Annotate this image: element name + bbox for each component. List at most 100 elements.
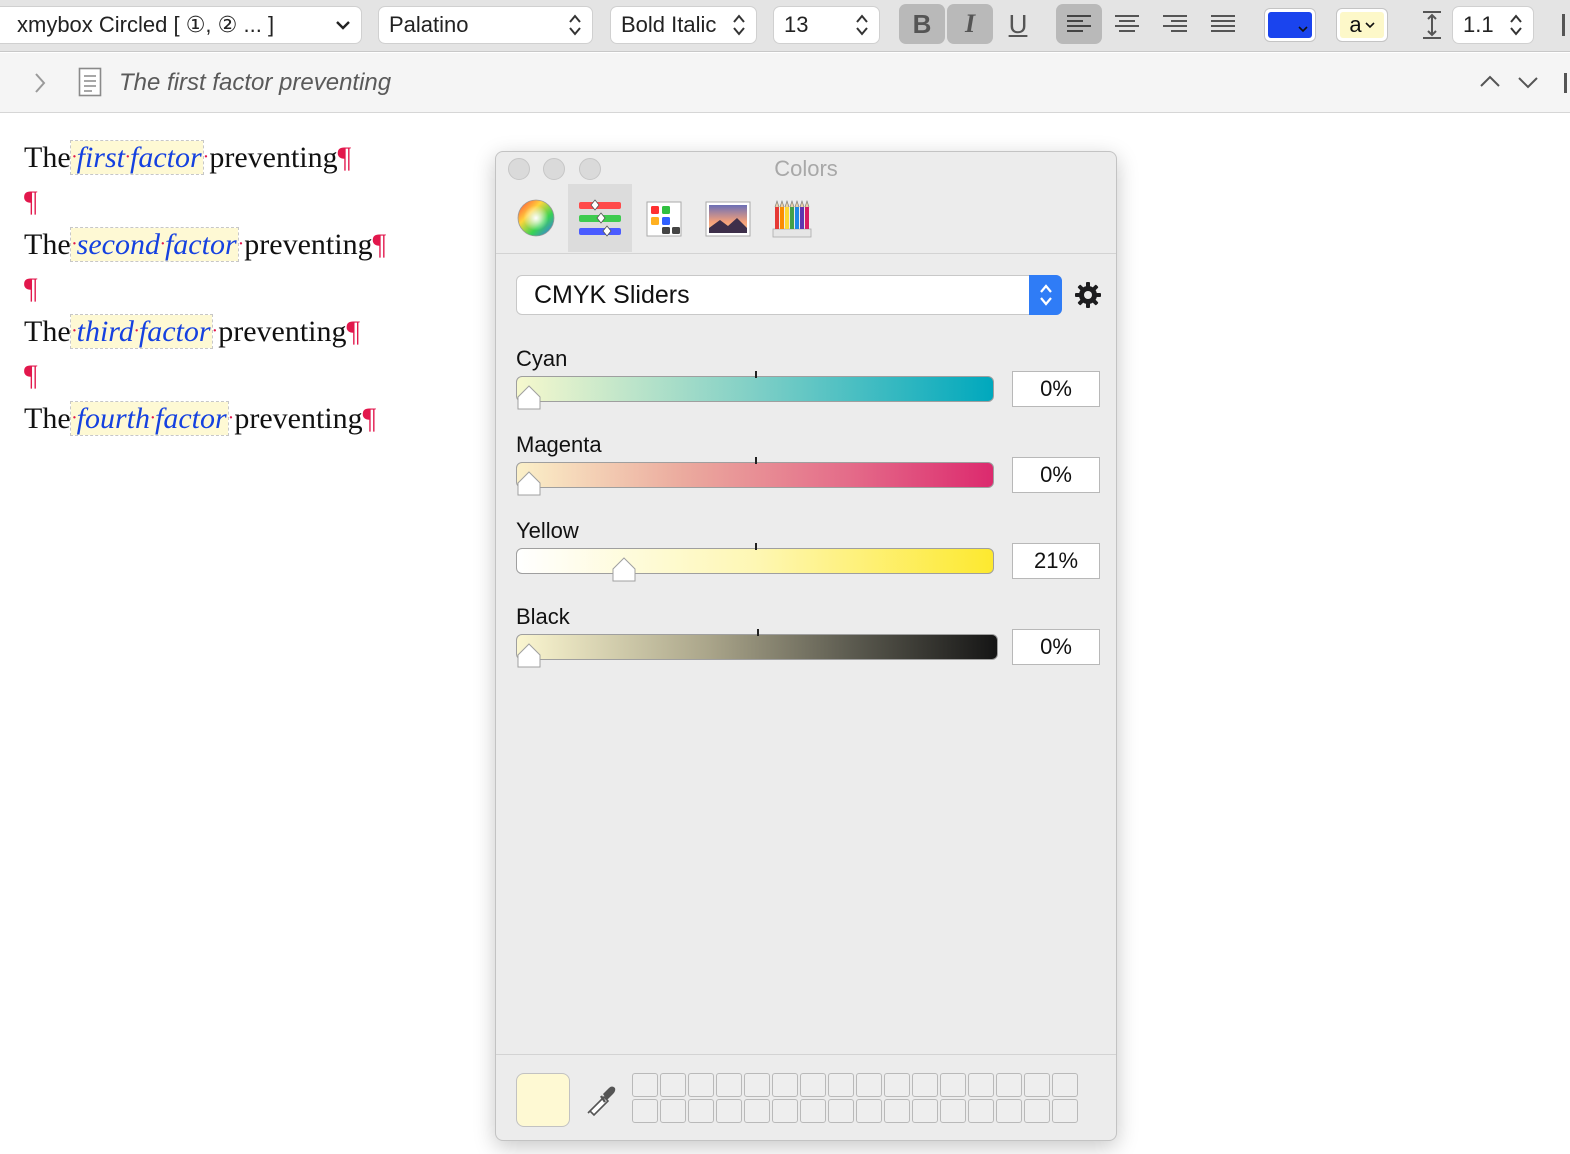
highlighted-word: factor xyxy=(164,228,237,261)
swatch-cell[interactable] xyxy=(660,1099,686,1123)
line-text: preventing xyxy=(209,141,338,174)
document-body[interactable]: The·first·factor·preventing¶ ¶ The·secon… xyxy=(24,136,386,441)
space-marker: · xyxy=(71,407,77,429)
gear-icon[interactable] xyxy=(1074,281,1102,309)
chevron-down-icon[interactable] xyxy=(1516,75,1540,91)
tab-color-wheel[interactable] xyxy=(504,184,568,252)
highlighted-word: third xyxy=(76,315,134,348)
yellow-slider-thumb[interactable] xyxy=(612,557,636,583)
align-center-button[interactable] xyxy=(1104,4,1150,44)
yellow-slider[interactable] xyxy=(516,543,994,574)
black-slider[interactable] xyxy=(516,629,998,660)
swatch-cell[interactable] xyxy=(800,1099,826,1123)
swatch-cell[interactable] xyxy=(772,1099,798,1123)
text-color-well[interactable] xyxy=(1264,8,1316,42)
swatch-cell[interactable] xyxy=(912,1073,938,1097)
chevron-right-icon[interactable] xyxy=(32,71,48,95)
cyan-value-field[interactable]: 0% xyxy=(1012,371,1100,407)
highlighted-word: factor xyxy=(130,141,202,174)
swatch-cell[interactable] xyxy=(744,1073,770,1097)
swatch-cell[interactable] xyxy=(912,1099,938,1123)
swatch-cell[interactable] xyxy=(940,1099,966,1123)
swatch-cell[interactable] xyxy=(996,1073,1022,1097)
align-right-button[interactable] xyxy=(1152,4,1198,44)
cyan-slider-thumb[interactable] xyxy=(517,385,541,411)
pilcrow-mark: ¶ xyxy=(346,315,361,348)
align-left-button[interactable] xyxy=(1056,4,1102,44)
swatch-cell[interactable] xyxy=(1052,1099,1078,1123)
swatch-cell[interactable] xyxy=(884,1073,910,1097)
tab-color-sliders[interactable] xyxy=(568,184,632,252)
highlighted-phrase: ·fourth·factor xyxy=(69,401,229,436)
swatch-cell[interactable] xyxy=(940,1073,966,1097)
line-spacing-label: 1.1 xyxy=(1463,12,1494,37)
color-wheel-icon xyxy=(517,199,555,237)
bold-button[interactable]: B xyxy=(899,4,945,44)
black-value-field[interactable]: 0% xyxy=(1012,629,1100,665)
swatch-cell[interactable] xyxy=(1052,1073,1078,1097)
swatch-cell[interactable] xyxy=(688,1073,714,1097)
font-size-select[interactable]: 13 xyxy=(773,6,880,44)
swatch-cell[interactable] xyxy=(660,1073,686,1097)
swatch-cell[interactable] xyxy=(968,1099,994,1123)
font-family-select[interactable]: Palatino xyxy=(378,6,593,44)
pencils-icon xyxy=(772,200,812,238)
tab-color-palettes[interactable] xyxy=(632,184,696,252)
swatch-cell[interactable] xyxy=(828,1099,854,1123)
swatch-cell[interactable] xyxy=(632,1099,658,1123)
line-spacing-select[interactable]: 1.1 xyxy=(1452,6,1534,44)
space-marker: · xyxy=(211,320,219,342)
highlighted-word: factor xyxy=(155,402,227,435)
swatch-cell[interactable] xyxy=(716,1073,742,1097)
color-mode-tabs xyxy=(496,184,1116,254)
chevron-down-icon xyxy=(336,21,350,30)
highlighted-phrase: ·third·factor xyxy=(69,314,213,349)
swatch-cell[interactable] xyxy=(744,1099,770,1123)
cyan-slider[interactable] xyxy=(516,371,994,402)
tab-pencils[interactable] xyxy=(760,184,824,252)
space-marker: · xyxy=(202,146,210,168)
swatch-cell[interactable] xyxy=(716,1099,742,1123)
current-color-swatch[interactable] xyxy=(516,1073,570,1127)
swatch-cell[interactable] xyxy=(1024,1073,1050,1097)
yellow-value-field[interactable]: 21% xyxy=(1012,543,1100,579)
swatch-cell[interactable] xyxy=(856,1099,882,1123)
magenta-value-field[interactable]: 0% xyxy=(1012,457,1100,493)
swatch-cell[interactable] xyxy=(800,1073,826,1097)
line-text: The xyxy=(24,315,71,348)
highlight-color-well[interactable]: a xyxy=(1336,8,1388,42)
swatch-cell[interactable] xyxy=(828,1073,854,1097)
magenta-slider[interactable] xyxy=(516,457,994,488)
swatch-cell[interactable] xyxy=(884,1099,910,1123)
underline-button[interactable]: U xyxy=(995,4,1041,44)
swatch-cell[interactable] xyxy=(996,1099,1022,1123)
chevron-up-icon[interactable] xyxy=(1478,73,1502,89)
stepper-arrows-icon xyxy=(569,14,581,36)
style-menu[interactable]: xmybox Circled [ ①, ② ... ] xyxy=(0,6,362,44)
italic-button[interactable]: I xyxy=(947,4,993,44)
swatch-cell[interactable] xyxy=(856,1073,882,1097)
font-style-select[interactable]: Bold Italic xyxy=(610,6,757,44)
space-marker: · xyxy=(227,407,235,429)
swatch-cell[interactable] xyxy=(772,1073,798,1097)
swatch-cell[interactable] xyxy=(1024,1099,1050,1123)
chevron-down-icon xyxy=(1298,20,1308,38)
swatch-cell[interactable] xyxy=(632,1073,658,1097)
pilcrow-mark: ¶ xyxy=(337,141,352,174)
swatch-cell[interactable] xyxy=(968,1073,994,1097)
space-marker: · xyxy=(237,233,245,255)
highlighted-word: first xyxy=(76,141,125,174)
swatch-cell[interactable] xyxy=(688,1099,714,1123)
slider-tick xyxy=(755,371,757,378)
panel-footer xyxy=(496,1054,1116,1140)
magenta-slider-thumb[interactable] xyxy=(517,471,541,497)
black-slider-thumb[interactable] xyxy=(517,643,541,669)
overflow-indicator xyxy=(1562,14,1565,36)
tab-image-palettes[interactable] xyxy=(696,184,760,252)
slider-mode-popup[interactable]: CMYK Sliders xyxy=(516,275,1062,315)
justify-button[interactable] xyxy=(1200,4,1246,44)
align-right-icon xyxy=(1163,15,1187,32)
empty-paragraph: ¶ xyxy=(24,272,38,305)
space-marker: · xyxy=(71,320,77,342)
eyedropper-icon[interactable] xyxy=(584,1083,618,1117)
